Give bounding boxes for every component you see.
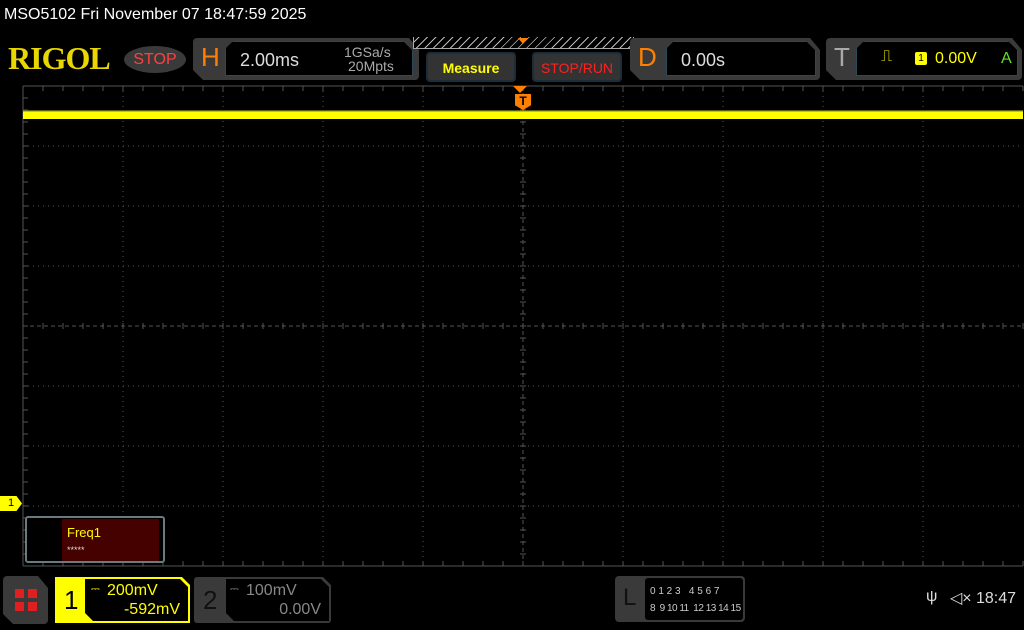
logic-panel[interactable]: L 0 1 2 3 4 5 6 7 8 9 10 11 12 13 14 15	[615, 576, 745, 622]
measurement-label: Freq1	[67, 525, 101, 540]
ch2-scale: 100mV	[246, 582, 297, 599]
ch1-offset: -592mV	[123, 601, 180, 618]
clock: 18:47	[976, 590, 1017, 607]
grid-menu-icon	[15, 589, 37, 611]
trigger-position-icon[interactable]	[513, 86, 527, 93]
ch1-trace-noise	[23, 110, 1023, 112]
ch2-number: 2	[203, 585, 218, 615]
ch1-number: 1	[64, 585, 79, 615]
ch2-panel[interactable]: 2 ⎓ 100mV 0.00V	[194, 577, 331, 623]
usb-icon: ψ	[926, 588, 938, 605]
measurement-panel[interactable]: Freq1 *****	[25, 516, 165, 563]
dc-coupling-icon: ⎓	[230, 583, 239, 595]
menu-button[interactable]	[3, 576, 48, 624]
ch1-panel[interactable]: 1 ⎓ 200mV -592mV	[55, 577, 190, 623]
ch2-offset: 0.00V	[279, 601, 321, 618]
ch1-trace	[23, 111, 1023, 119]
measurement-value: *****	[67, 545, 85, 555]
logic-letter: L	[623, 584, 637, 611]
ch1-scale: 200mV	[107, 582, 158, 599]
speaker-muted-icon[interactable]: ◁×	[950, 588, 972, 608]
logic-channels-row1: 0 1 2 3 4 5 6 7	[650, 586, 720, 597]
dc-coupling-icon: ⎓	[91, 583, 100, 595]
logic-channels-row2: 8 9 10 11 12 13 14 15	[650, 603, 741, 614]
